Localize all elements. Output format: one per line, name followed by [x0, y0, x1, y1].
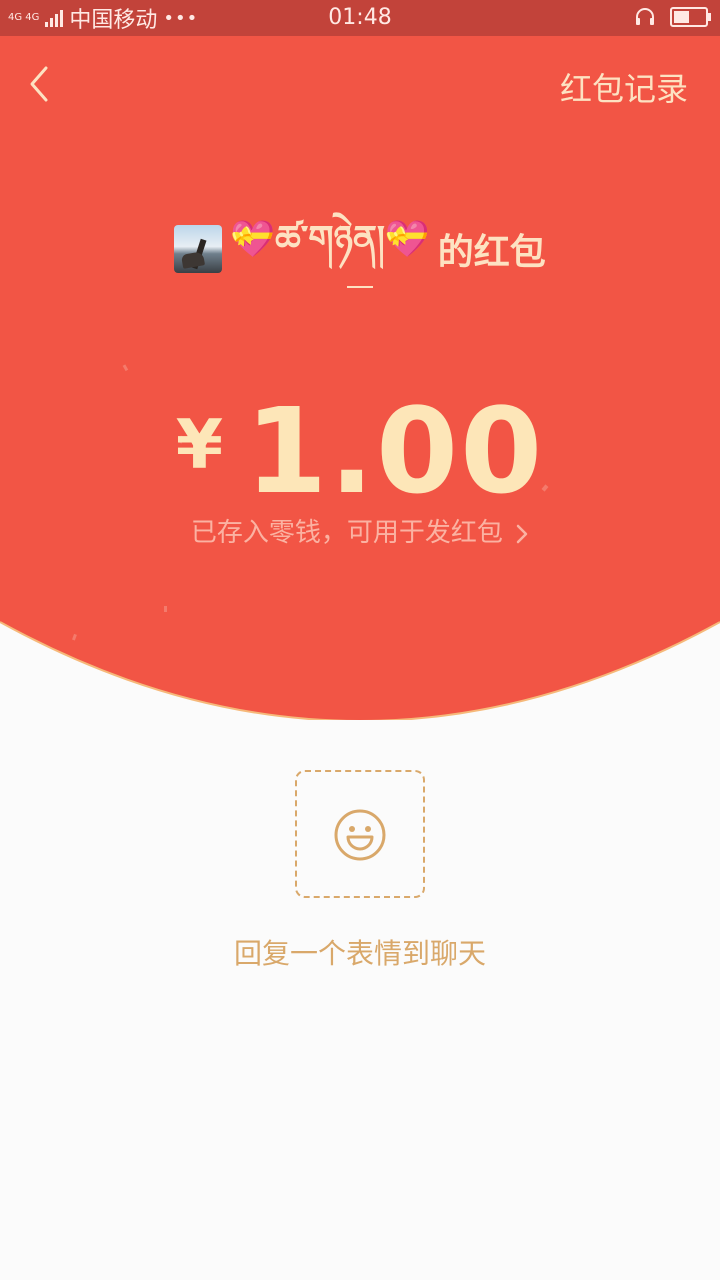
chevron-left-icon	[30, 66, 48, 102]
back-button[interactable]	[24, 62, 64, 106]
status-bar: 4G 4G 中国移动 ••• 01:48	[0, 0, 720, 36]
chevron-right-icon	[516, 524, 528, 543]
amount-value: 1.00	[245, 382, 545, 520]
battery-level-fill	[674, 11, 689, 23]
battery-icon	[670, 7, 711, 27]
amount-display: ¥ 1.00	[0, 388, 720, 514]
smiley-icon	[334, 809, 386, 861]
headset-icon	[636, 8, 654, 25]
currency-symbol: ¥	[175, 406, 224, 485]
red-packet-records-link[interactable]: 红包记录	[560, 64, 688, 110]
sender-info: 💝ཚ་གཉེན།💝 的红包	[0, 198, 720, 300]
sender-avatar[interactable]	[174, 225, 223, 273]
reply-label: 回复一个表情到聊天	[233, 937, 486, 970]
emoji-reply-button[interactable]	[295, 770, 425, 898]
saved-note-label: 已存入零钱，可用于发红包	[190, 518, 503, 548]
sender-suffix: 的红包	[437, 232, 546, 273]
clock: 01:48	[328, 5, 392, 30]
saved-to-wallet-link[interactable]: 已存入零钱，可用于发红包	[0, 512, 720, 549]
divider	[347, 286, 373, 288]
sender-name: 💝ཚ་གཉེན།💝	[230, 219, 430, 260]
